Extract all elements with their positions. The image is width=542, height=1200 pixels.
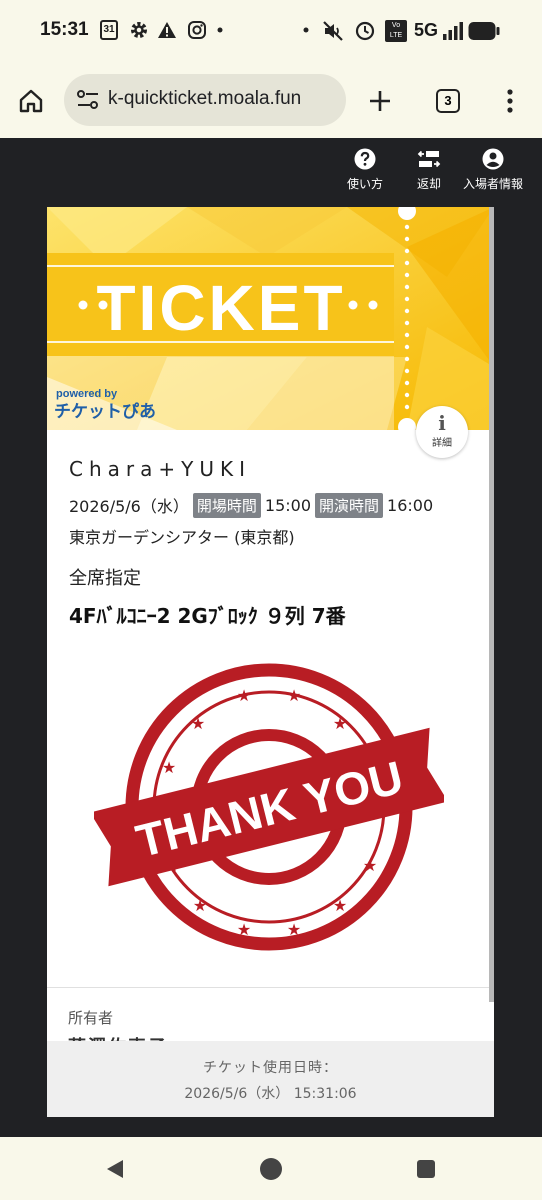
start-time: 16:00 (387, 495, 434, 515)
status-time: 15:31 (40, 19, 89, 40)
svg-text:★: ★ (333, 896, 347, 915)
owner-label: 所有者 (68, 1009, 114, 1027)
divider (47, 987, 494, 988)
back-icon[interactable] (104, 1158, 126, 1180)
attendee-info-label: 入場者情報 (462, 177, 523, 191)
browser-toolbar: k-quickticket.moala.fun 3 (0, 62, 542, 138)
scrollbar[interactable] (489, 207, 494, 1002)
detail-button[interactable]: i 詳細 (416, 406, 468, 458)
svg-text:★: ★ (191, 714, 205, 733)
home-icon[interactable] (18, 88, 44, 114)
volte-badge: Vo LTE (385, 20, 407, 42)
svg-text:★: ★ (287, 686, 301, 705)
instagram-icon (188, 21, 206, 39)
usage-label: チケット使用日時： (203, 1060, 338, 1076)
venue: 東京ガーデンシアター (東京都) (69, 528, 295, 547)
notification-dot-icon (217, 27, 223, 33)
url-text[interactable]: k-quickticket.moala.fun (108, 88, 301, 110)
home-nav-icon[interactable] (259, 1157, 283, 1181)
return-ticket-icon (417, 150, 441, 168)
open-time: 15:00 (264, 495, 311, 515)
recents-icon[interactable] (416, 1159, 436, 1179)
svg-text:★: ★ (237, 920, 251, 939)
svg-text:★: ★ (287, 920, 301, 939)
system-navigation-bar (0, 1137, 542, 1200)
calendar-icon: 31 (100, 20, 118, 40)
alarm-icon (355, 21, 375, 41)
help-icon (354, 148, 376, 170)
battery-icon (468, 22, 500, 40)
info-icon: i (438, 411, 446, 435)
more-menu-icon[interactable] (505, 88, 515, 114)
seat-type: 全席指定 (69, 568, 141, 589)
svg-text:★: ★ (333, 714, 347, 733)
banner-title: TICKET (96, 272, 345, 344)
warning-icon (158, 22, 176, 38)
thank-you-stamp: ★★ ★★ ★★ ★★ ★★ ★★ THANK YOU (94, 663, 444, 951)
new-tab-icon[interactable] (368, 89, 392, 113)
site-settings-icon[interactable] (76, 89, 100, 111)
svg-text:★: ★ (237, 686, 251, 705)
address-bar[interactable]: k-quickticket.moala.fun (64, 74, 346, 126)
attendee-info-button[interactable]: 入場者情報 (453, 148, 533, 198)
start-time-tag: 開演時間 (315, 492, 384, 518)
ticket-banner: TICKET powered by チケットぴあ (47, 207, 494, 430)
seat-info: 4Fﾊﾞﾙｺﾆｰ2 2Gﾌﾞﾛｯｸ ９列 7番 (69, 604, 346, 628)
usage-timestamp-box: チケット使用日時： 2026/5/6（水） 15:31:06 (47, 1041, 494, 1117)
svg-text:★: ★ (162, 758, 176, 777)
account-icon (482, 148, 504, 170)
brand-logo: チケットぴあ (54, 402, 156, 422)
status-bar: 15:31 31 Vo LTE 5G (0, 0, 542, 62)
event-date: 2026/5/6（水） (69, 497, 189, 516)
svg-text:★: ★ (193, 896, 207, 915)
tab-switcher-button[interactable]: 3 (436, 89, 460, 113)
open-time-tag: 開場時間 (192, 492, 261, 518)
detail-label: 詳細 (432, 438, 452, 449)
artist-name: Chara+YUKI (69, 457, 252, 481)
signal-icon (443, 22, 463, 40)
powered-by-text: powered by (56, 388, 118, 400)
mute-icon (323, 21, 343, 41)
settings-icon (131, 22, 147, 38)
ticket-card: TICKET powered by チケットぴあ i 詳細 Chara+YUKI… (47, 207, 494, 1117)
notification-dot-icon (303, 27, 309, 33)
usage-time: 2026/5/6（水） 15:31:06 (184, 1086, 357, 1102)
network-type: 5G (414, 20, 439, 40)
date-line: 2026/5/6（水） 開場時間 15:00 開演時間 16:00 (69, 492, 433, 518)
svg-text:★: ★ (363, 856, 377, 875)
